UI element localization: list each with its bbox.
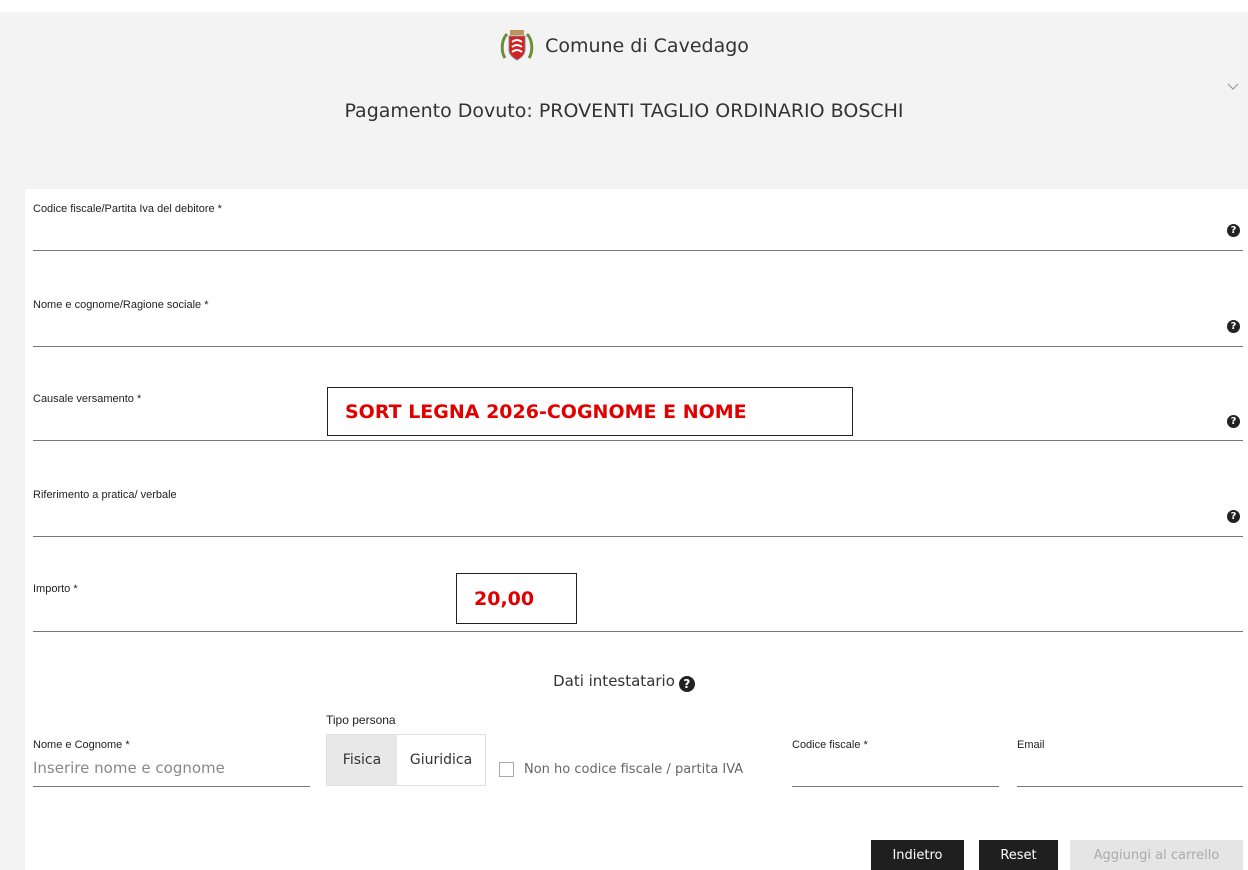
nome-cognome-field[interactable]: Nome e cognome/Ragione sociale * ? <box>33 296 1243 347</box>
page-title: Pagamento Dovuto: PROVENTI TAGLIO ORDINA… <box>344 100 904 122</box>
email-input[interactable] <box>1017 786 1243 787</box>
tipo-persona-toggle[interactable]: Fisica Giuridica <box>326 734 486 786</box>
riferimento-pratica-field[interactable]: Riferimento a pratica/ verbale ? <box>33 486 1243 537</box>
field-label: Nome e cognome/Ragione sociale * <box>33 299 209 311</box>
codice-fiscale-debitore-field[interactable]: Codice fiscale/Partita Iva del debitore … <box>33 200 1243 251</box>
top-band <box>0 0 1248 12</box>
question-circle-icon[interactable]: ? <box>678 676 695 692</box>
coat-of-arms-icon <box>499 28 535 64</box>
codice-fiscale-input[interactable] <box>792 786 999 787</box>
question-circle-icon[interactable]: ? <box>1227 415 1240 428</box>
header-brand: Comune di Cavedago <box>0 28 1248 64</box>
nome-cognome-label: Nome e Cognome * <box>33 739 130 751</box>
tipo-giuridica-button[interactable]: Giuridica <box>397 735 485 785</box>
field-label: Codice fiscale/Partita Iva del debitore … <box>33 203 222 215</box>
importo-annotation: 20,00 <box>456 573 577 624</box>
back-button[interactable]: Indietro <box>871 840 964 870</box>
add-to-cart-button[interactable]: Aggiungi al carrello <box>1070 840 1243 870</box>
question-circle-icon[interactable]: ? <box>1227 320 1240 333</box>
tipo-fisica-button[interactable]: Fisica <box>327 735 397 785</box>
chevron-down-icon[interactable] <box>1226 82 1240 92</box>
field-label: Importo * <box>33 583 78 595</box>
tipo-persona-label: Tipo persona <box>326 713 396 727</box>
question-circle-icon[interactable]: ? <box>1227 510 1240 523</box>
nome-cognome-input[interactable] <box>33 786 310 787</box>
org-name: Comune di Cavedago <box>545 35 749 57</box>
field-label: Causale versamento * <box>33 393 142 405</box>
nome-cognome-placeholder: Inserire nome e cognome <box>33 759 225 777</box>
causale-annotation: SORT LEGNA 2026-COGNOME E NOME <box>327 387 853 436</box>
no-codice-fiscale-label: Non ho codice fiscale / partita IVA <box>524 762 744 777</box>
codice-fiscale-label: Codice fiscale * <box>792 739 868 751</box>
reset-button[interactable]: Reset <box>979 840 1058 870</box>
importo-field[interactable]: Importo * <box>33 580 1243 632</box>
email-label: Email <box>1017 739 1045 751</box>
dati-intestatario-title: Dati intestatario? <box>0 672 1248 692</box>
no-codice-fiscale-checkbox[interactable] <box>499 762 514 777</box>
field-label: Riferimento a pratica/ verbale <box>33 489 177 501</box>
question-circle-icon[interactable]: ? <box>1227 224 1240 237</box>
section-title-text: Dati intestatario <box>553 672 675 690</box>
